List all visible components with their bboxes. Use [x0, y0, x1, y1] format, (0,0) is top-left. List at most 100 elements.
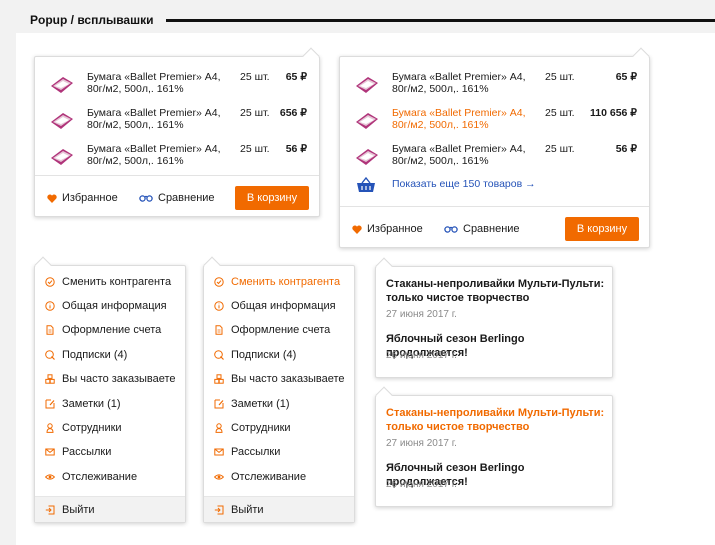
item-price: 56 ₽: [285, 143, 307, 155]
compare-button[interactable]: Сравнение: [444, 223, 520, 235]
document-icon: [46, 325, 54, 335]
boxes-icon: [214, 374, 224, 384]
compare-label: Сравнение: [463, 223, 520, 235]
menu-item-subscriptions[interactable]: Подписки (4): [45, 345, 127, 365]
add-to-cart-button[interactable]: В корзину: [235, 186, 309, 210]
compare-button[interactable]: Сравнение: [139, 192, 215, 204]
eye-icon: [45, 474, 55, 480]
menu-item-label: Вы часто заказываете: [62, 373, 176, 385]
favorites-label: Избранное: [367, 223, 423, 235]
item-price: 110 656 ₽: [590, 107, 637, 119]
item-name: Бумага «Ballet Premier» А4, 80г/м2, 500л…: [87, 107, 221, 131]
account-menu-hover-state: Сменить контрагента Общая информация Офо…: [203, 256, 355, 523]
menu-item-notes[interactable]: Заметки (1): [214, 394, 290, 414]
compare-icon: [444, 226, 458, 233]
item-qty: 25 шт.: [240, 143, 270, 155]
item-qty: 25 шт.: [545, 107, 575, 119]
menu-item-label: Общая информация: [62, 300, 167, 312]
item-qty: 25 шт.: [240, 107, 270, 119]
news-popup-hover-state: Стаканы-непроливайки Мульти-Пульти: толь…: [375, 386, 613, 507]
menu-item-general-info[interactable]: Общая информация: [45, 296, 167, 316]
menu-item-general-info[interactable]: Общая информация: [214, 296, 336, 316]
item-qty: 25 шт.: [545, 71, 575, 83]
compare-label: Сравнение: [158, 192, 215, 204]
menu-item-label: Подписки (4): [62, 349, 128, 361]
menu-item-employees[interactable]: Сотрудники: [214, 418, 291, 438]
menu-item-invoice[interactable]: Оформление счета: [45, 320, 161, 340]
show-more-link[interactable]: Показать еще 150 товаров →: [392, 178, 536, 190]
news-title[interactable]: Стаканы-непроливайки Мульти-Пульти: толь…: [386, 277, 606, 305]
item-qty: 25 шт.: [545, 143, 575, 155]
menu-item-employees[interactable]: Сотрудники: [45, 418, 122, 438]
menu-item-change-contractor[interactable]: Сменить контрагента: [45, 272, 171, 292]
product-thumbnail: [356, 149, 378, 165]
cart-item[interactable]: Бумага «Ballet Premier» А4, 80г/м2, 500л…: [340, 142, 649, 178]
menu-item-label: Сменить контрагента: [62, 276, 172, 288]
favorites-button[interactable]: Избранное: [352, 223, 423, 235]
cart-item[interactable]: Бумага «Ballet Premier» А4, 80г/м2, 500л…: [340, 70, 649, 106]
menu-item-frequent-orders[interactable]: Вы часто заказываете: [214, 369, 345, 389]
menu-item-notes[interactable]: Заметки (1): [45, 394, 121, 414]
news-date: 26 июня 2017 г.: [386, 350, 457, 361]
item-price: 65 ₽: [285, 71, 307, 83]
item-name: Бумага «Ballet Premier» А4, 80г/м2, 500л…: [87, 71, 221, 95]
menu-item-label: Рассылки: [231, 446, 281, 458]
info-icon: [214, 301, 224, 311]
logout-label: Выйти: [231, 504, 264, 516]
cart-item-hovered[interactable]: Бумага «Ballet Premier» А4, 80г/м2, 500л…: [340, 106, 649, 142]
cart-item[interactable]: Бумага «Ballet Premier» А4, 80г/м2, 500л…: [35, 70, 319, 106]
menu-item-invoice[interactable]: Оформление счета: [214, 320, 330, 340]
page-title: Popup / всплывашки: [30, 13, 154, 27]
favorites-button[interactable]: Избранное: [47, 192, 118, 204]
menu-item-label: Сменить контрагента: [231, 276, 341, 288]
logout-icon: [45, 505, 55, 515]
cart-item[interactable]: Бумага «Ballet Premier» А4, 80г/м2, 500л…: [35, 106, 319, 142]
subscription-icon: [214, 350, 224, 360]
check-circle-icon: [45, 277, 55, 287]
menu-item-label: Сотрудники: [231, 422, 291, 434]
menu-item-tracking[interactable]: Отслеживание: [45, 467, 137, 487]
heart-icon: [47, 194, 57, 203]
product-thumbnail: [356, 77, 378, 93]
logout-button[interactable]: Выйти: [214, 500, 264, 520]
note-icon: [45, 399, 55, 409]
menu-item-frequent-orders[interactable]: Вы часто заказываете: [45, 369, 176, 389]
menu-item-label: Общая информация: [231, 300, 336, 312]
menu-item-label: Сотрудники: [62, 422, 122, 434]
item-qty: 25 шт.: [240, 71, 270, 83]
menu-item-label: Рассылки: [62, 446, 112, 458]
subscription-icon: [45, 350, 55, 360]
menu-item-label: Вы часто заказываете: [231, 373, 345, 385]
menu-item-label: Заметки (1): [231, 398, 290, 410]
product-thumbnail: [51, 77, 73, 93]
add-to-cart-button[interactable]: В корзину: [565, 217, 639, 241]
menu-item-subscriptions[interactable]: Подписки (4): [214, 345, 296, 365]
news-date: 26 июня 2017 г.: [386, 479, 457, 490]
menu-item-label: Отслеживание: [62, 471, 138, 483]
menu-item-mailings[interactable]: Рассылки: [45, 442, 111, 462]
cart-popup-extended: Бумага «Ballet Premier» А4, 80г/м2, 500л…: [339, 47, 650, 248]
heart-icon: [352, 225, 362, 234]
menu-item-tracking[interactable]: Отслеживание: [214, 467, 306, 487]
menu-item-label: Оформление счета: [62, 324, 162, 336]
news-date: 27 июня 2017 г.: [386, 438, 457, 449]
news-title[interactable]: Стаканы-непроливайки Мульти-Пульти: толь…: [386, 406, 606, 434]
mail-icon: [214, 448, 224, 456]
person-icon: [46, 423, 54, 433]
menu-item-mailings[interactable]: Рассылки: [214, 442, 280, 462]
mail-icon: [45, 448, 55, 456]
cart-item[interactable]: Бумага «Ballet Premier» А4, 80г/м2, 500л…: [35, 142, 319, 178]
item-name: Бумага «Ballet Premier» А4, 80г/м2, 500л…: [392, 143, 526, 167]
document-icon: [215, 325, 223, 335]
menu-item-label: Оформление счета: [231, 324, 331, 336]
person-icon: [215, 423, 223, 433]
favorites-label: Избранное: [62, 192, 118, 204]
menu-item-label: Заметки (1): [62, 398, 121, 410]
account-menu: Сменить контрагента Общая информация Офо…: [34, 256, 186, 523]
product-thumbnail: [356, 113, 378, 129]
item-price: 65 ₽: [615, 71, 637, 83]
boxes-icon: [45, 374, 55, 384]
basket-icon: [357, 177, 375, 192]
logout-button[interactable]: Выйти: [45, 500, 95, 520]
menu-item-change-contractor[interactable]: Сменить контрагента: [214, 272, 340, 292]
